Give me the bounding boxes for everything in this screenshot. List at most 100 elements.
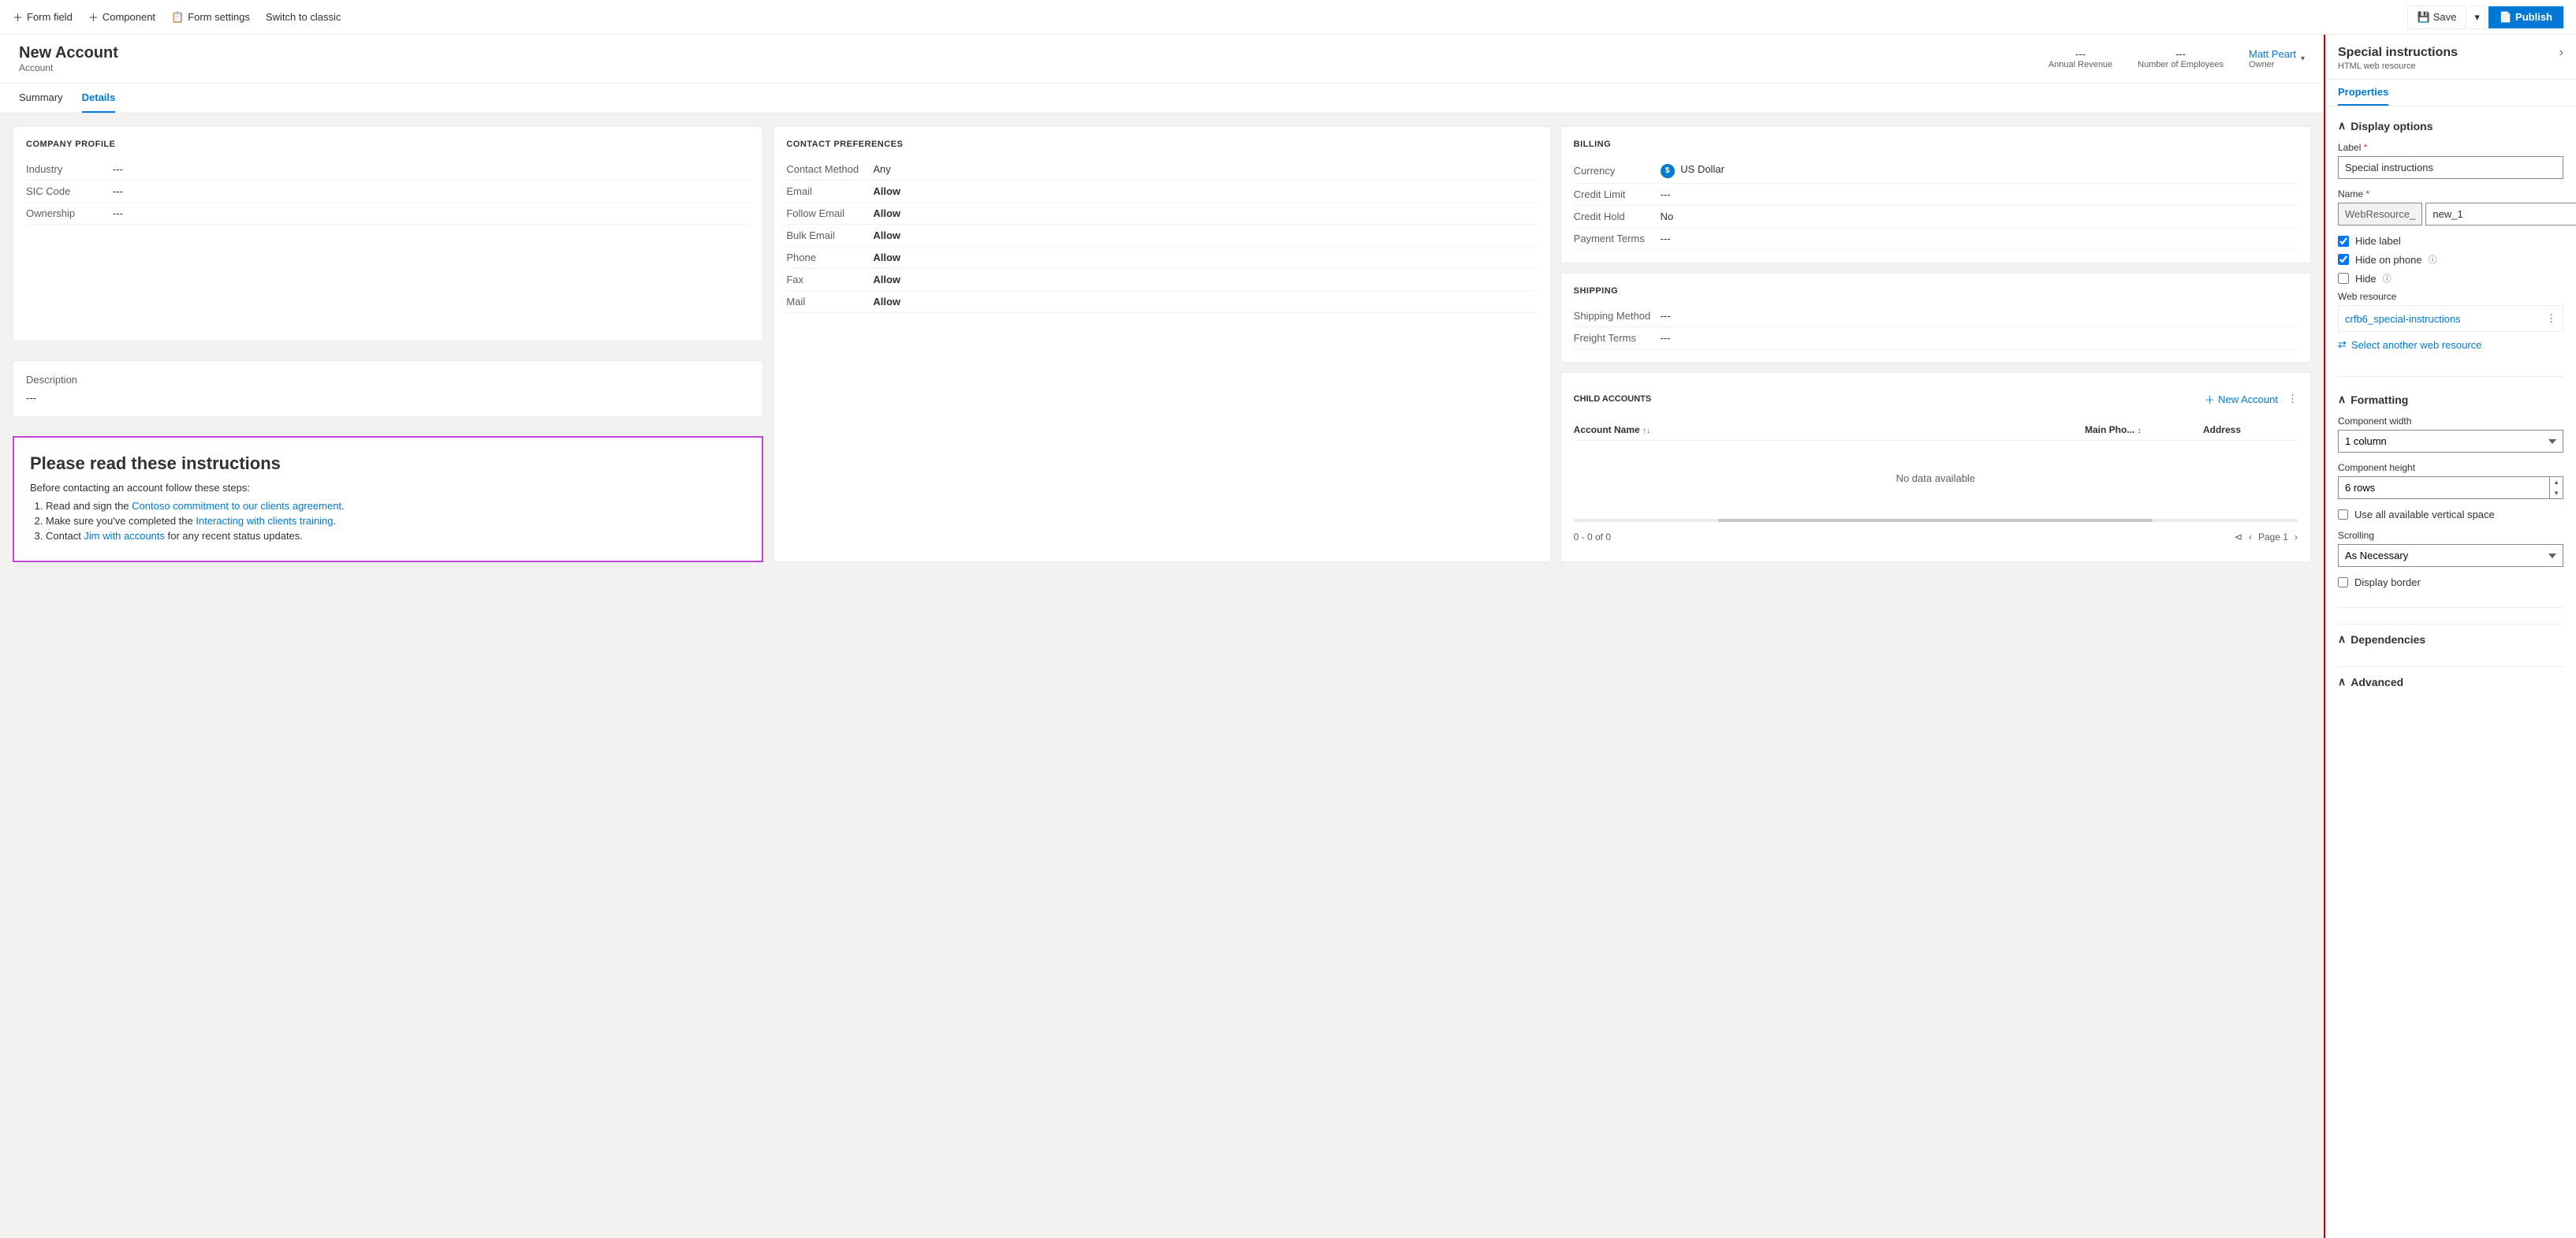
prev-page-icon[interactable]: ‹ xyxy=(2249,531,2252,543)
web-resource-menu-icon[interactable]: ⋮ xyxy=(2546,312,2556,325)
child-actions: ＋ New Account ⋮ xyxy=(2205,392,2298,407)
component-btn[interactable]: ＋ Component xyxy=(88,9,155,24)
child-accounts-panel: CHILD ACCOUNTS ＋ New Account ⋮ xyxy=(1560,372,2311,562)
credit-hold-value: No xyxy=(1661,211,1674,222)
hide-on-phone-checkbox[interactable] xyxy=(2338,254,2349,265)
formatting-section: ∧ Formatting Component width 1 column 2 … xyxy=(2338,393,2563,591)
hide-checkbox[interactable] xyxy=(2338,273,2349,284)
name-input[interactable] xyxy=(2425,203,2576,226)
html-step-3: Contact Jim with accounts for any recent… xyxy=(46,530,746,542)
select-web-resource-link[interactable]: ⇄ Select another web resource xyxy=(2338,338,2563,351)
contact-method-value: Any xyxy=(873,163,890,175)
account-subtitle: Account xyxy=(19,62,2048,73)
hide-on-phone-text: Hide on phone xyxy=(2355,254,2422,266)
phone-col-label: Main Pho... xyxy=(2085,424,2134,435)
display-border-checkbox[interactable] xyxy=(2338,577,2348,587)
account-name-sort-icon[interactable]: ↑↓ xyxy=(1642,427,1650,435)
save-dropdown-button[interactable]: ▾ xyxy=(2470,6,2485,29)
field-ownership: Ownership --- xyxy=(26,203,750,225)
publish-label: Publish xyxy=(2515,11,2552,23)
owner-name[interactable]: Matt Peart xyxy=(2249,48,2296,60)
child-more-icon[interactable]: ⋮ xyxy=(2287,393,2298,405)
hide-label-row: Hide label xyxy=(2338,235,2563,247)
payment-terms-label: Payment Terms xyxy=(1574,233,1661,244)
form-field-btn[interactable]: ＋ Form field xyxy=(13,9,73,24)
tab-details[interactable]: Details xyxy=(82,84,116,113)
training-link[interactable]: Interacting with clients training xyxy=(196,515,333,527)
bulk-email-label: Bulk Email xyxy=(786,229,873,241)
hide-label-checkbox[interactable] xyxy=(2338,236,2349,247)
dependencies-section[interactable]: ∧ Dependencies xyxy=(2338,624,2563,654)
billing-title: BILLING xyxy=(1574,140,2298,149)
owner-block: Matt Peart Owner ▾ xyxy=(2249,48,2305,69)
collapse-advanced-icon: ∧ xyxy=(2338,675,2346,688)
first-page-icon[interactable]: ⊲ xyxy=(2235,531,2242,543)
label-field: Label * xyxy=(2338,142,2563,179)
jim-link[interactable]: Jim with accounts xyxy=(84,530,165,542)
height-down-icon[interactable]: ▼ xyxy=(2550,488,2563,499)
contact-preferences-panel: CONTACT PREFERENCES Contact Method Any E… xyxy=(773,126,1550,562)
switch-classic-label: Switch to classic xyxy=(266,11,341,23)
page-label: Page 1 xyxy=(2258,531,2288,543)
shipping-method-label: Shipping Method xyxy=(1574,310,1661,322)
component-icon: ＋ xyxy=(88,9,99,24)
advanced-section[interactable]: ∧ Advanced xyxy=(2338,666,2563,696)
html-resource-panel: Please read these instructions Before co… xyxy=(13,436,763,562)
phone-sort-icon[interactable]: ↕ xyxy=(2138,427,2142,435)
label-input[interactable] xyxy=(2338,156,2563,179)
pagination: 0 - 0 of 0 ⊲ ‹ Page 1 › xyxy=(1574,525,2298,549)
new-account-icon: ＋ xyxy=(2205,392,2215,407)
component-width-select[interactable]: 1 column 2 columns 3 columns xyxy=(2338,430,2563,453)
rp-body: ∧ Display options Label * Name * xyxy=(2325,106,2576,709)
publish-icon: 📄 xyxy=(2500,11,2512,24)
mail-value: Allow xyxy=(873,296,900,308)
use-all-space-checkbox[interactable] xyxy=(2338,509,2348,520)
main-layout: New Account Account --- Annual Revenue -… xyxy=(0,35,2576,1238)
display-options-header[interactable]: ∧ Display options xyxy=(2338,119,2563,132)
rp-tab-properties[interactable]: Properties xyxy=(2338,80,2388,106)
hide-row: Hide ⓘ xyxy=(2338,272,2563,285)
rp-subtitle: HTML web resource xyxy=(2338,62,2458,71)
col-phone-header: Main Pho... ↕ xyxy=(2085,424,2203,435)
save-button[interactable]: 💾 Save xyxy=(2407,6,2467,29)
divider-2 xyxy=(2338,607,2563,608)
owner-chevron-icon[interactable]: ▾ xyxy=(2301,54,2305,63)
switch-classic-btn[interactable]: Switch to classic xyxy=(266,11,341,23)
component-label: Component xyxy=(103,11,155,23)
scrolling-select[interactable]: As Necessary Always Never Auto xyxy=(2338,544,2563,567)
new-account-label: New Account xyxy=(2218,393,2278,405)
form-content: COMPANY PROFILE Industry --- SIC Code --… xyxy=(0,114,2324,575)
height-up-icon[interactable]: ▲ xyxy=(2550,477,2563,488)
component-height-select[interactable]: 1 row 2 rows 3 rows 4 rows 5 rows 6 rows xyxy=(2338,476,2550,499)
name-field: Name * WebResource_ xyxy=(2338,188,2563,226)
company-profile-title: COMPANY PROFILE xyxy=(26,140,750,149)
form-settings-btn[interactable]: 📋 Form settings xyxy=(171,11,250,24)
select-web-icon: ⇄ xyxy=(2338,338,2347,351)
publish-button[interactable]: 📄 Publish xyxy=(2488,6,2563,28)
new-account-button[interactable]: ＋ New Account xyxy=(2205,392,2278,407)
next-page-icon[interactable]: › xyxy=(2295,531,2298,543)
field-shipping-method: Shipping Method --- xyxy=(1574,305,2298,327)
formatting-header[interactable]: ∧ Formatting xyxy=(2338,393,2563,406)
account-stats: --- Annual Revenue --- Number of Employe… xyxy=(2048,48,2305,69)
web-resource-name[interactable]: crfb6_special-instructions xyxy=(2345,313,2461,325)
ownership-value: --- xyxy=(113,207,123,219)
right-panel: Special instructions HTML web resource ›… xyxy=(2324,35,2576,1238)
employees-label: Number of Employees xyxy=(2138,60,2224,69)
contoso-link[interactable]: Contoso commitment to our clients agreem… xyxy=(132,500,341,512)
tab-summary[interactable]: Summary xyxy=(19,84,63,113)
html-heading: Please read these instructions xyxy=(30,453,746,474)
right-column: BILLING Currency $ US Dollar Credit Limi… xyxy=(1560,126,2311,562)
account-title-block: New Account Account xyxy=(19,44,2048,73)
field-phone: Phone Allow xyxy=(786,247,1537,269)
html-step-1: Read and sign the Contoso commitment to … xyxy=(46,500,746,512)
display-options-label: Display options xyxy=(2350,120,2432,132)
form-settings-icon: 📋 xyxy=(171,11,184,24)
save-icon: 💾 xyxy=(2418,11,2430,24)
tabs-bar: Summary Details xyxy=(0,84,2324,114)
web-resource-row: crfb6_special-instructions ⋮ xyxy=(2338,305,2563,332)
bulk-email-value: Allow xyxy=(873,229,900,241)
shipping-method-value: --- xyxy=(1661,310,1671,322)
left-column: COMPANY PROFILE Industry --- SIC Code --… xyxy=(13,126,763,562)
rp-close-button[interactable]: › xyxy=(2559,46,2563,60)
